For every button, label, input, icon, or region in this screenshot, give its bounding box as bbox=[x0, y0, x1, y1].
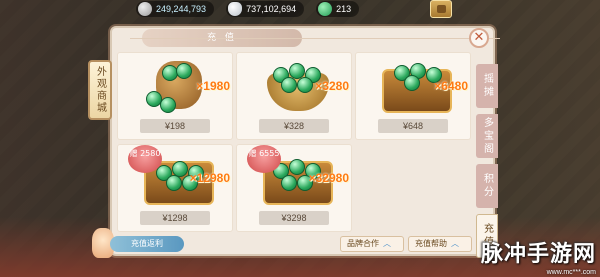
product-card-1298[interactable]: 赠 2580 ×12980 ¥1298 bbox=[117, 144, 233, 232]
price-label: ¥3298 bbox=[259, 211, 329, 225]
silver-ingot-value: 737,102,694 bbox=[246, 4, 297, 14]
jade-icon bbox=[176, 63, 192, 79]
recharge-rebate-button[interactable]: 充值返利 bbox=[110, 236, 184, 252]
silver-coin-icon bbox=[138, 2, 152, 16]
decorative-divider bbox=[130, 38, 500, 39]
bonus-amount: ×12980 bbox=[189, 171, 230, 185]
price-label: ¥198 bbox=[140, 119, 210, 133]
silver-coin-counter: 249,244,793 bbox=[136, 1, 215, 17]
silver-ingot-counter: 737,102,694 bbox=[226, 1, 305, 17]
recharge-help-label: 充值帮助 bbox=[415, 239, 447, 248]
jade-icon bbox=[404, 75, 420, 91]
brand-cooperation-button[interactable]: 品牌合作 ︿ bbox=[340, 236, 404, 252]
bottom-bar: 充值返利 品牌合作 ︿ 充值帮助 ︿ bbox=[110, 236, 495, 252]
jade-icon bbox=[318, 2, 333, 16]
jade-icon bbox=[297, 77, 313, 93]
gift-badge: 赠 6555 bbox=[247, 145, 281, 173]
jade-icon bbox=[166, 175, 182, 191]
jade-icon bbox=[281, 175, 297, 191]
product-card-3298[interactable]: 赠 6555 ×32980 ¥3298 bbox=[236, 144, 352, 232]
tab-stall[interactable]: 摇摊 bbox=[476, 64, 498, 108]
jade-icon bbox=[281, 77, 297, 93]
silver-ingot-icon bbox=[228, 2, 243, 16]
menu-toggle-button[interactable] bbox=[430, 0, 452, 18]
product-card-648[interactable]: ×6480 ¥648 bbox=[355, 52, 471, 140]
tab-points[interactable]: 积分 bbox=[476, 164, 498, 208]
resource-bar: 249,244,793 737,102,694 213 bbox=[136, 0, 371, 18]
recharge-help-button[interactable]: 充值帮助 ︿ bbox=[408, 236, 472, 252]
brand-cooperation-label: 品牌合作 bbox=[347, 239, 379, 248]
jade-value: 213 bbox=[336, 4, 352, 14]
tab-treasure-pavilion[interactable]: 多宝阁 bbox=[476, 114, 498, 158]
product-card-198[interactable]: ×1980 ¥198 bbox=[117, 52, 233, 140]
chevron-up-icon: ︿ bbox=[383, 239, 391, 248]
tab-appearance-mall[interactable]: 外观商城 bbox=[88, 60, 112, 120]
product-card-328[interactable]: ×3280 ¥328 bbox=[236, 52, 352, 140]
bonus-amount: ×1980 bbox=[196, 79, 230, 93]
silver-coin-value: 249,244,793 bbox=[156, 4, 207, 14]
chevron-up-icon: ︿ bbox=[451, 239, 459, 248]
bonus-amount: ×32980 bbox=[308, 171, 349, 185]
price-label: ¥1298 bbox=[140, 211, 210, 225]
bonus-amount: ×6480 bbox=[434, 79, 468, 93]
bonus-amount: ×3280 bbox=[315, 79, 349, 93]
jade-icon bbox=[160, 97, 176, 113]
jade-icon bbox=[289, 159, 305, 175]
site-watermark: 脉冲手游网 www.mc***.com bbox=[466, 228, 600, 277]
price-label: ¥328 bbox=[259, 119, 329, 133]
watermark-url: www.mc***.com bbox=[546, 269, 596, 276]
close-button[interactable]: ✕ bbox=[469, 28, 489, 48]
jade-counter: 213 bbox=[316, 1, 360, 17]
price-label: ¥648 bbox=[378, 119, 448, 133]
gift-badge: 赠 2580 bbox=[128, 145, 162, 173]
watermark-text: 脉冲手游网 bbox=[480, 242, 596, 267]
